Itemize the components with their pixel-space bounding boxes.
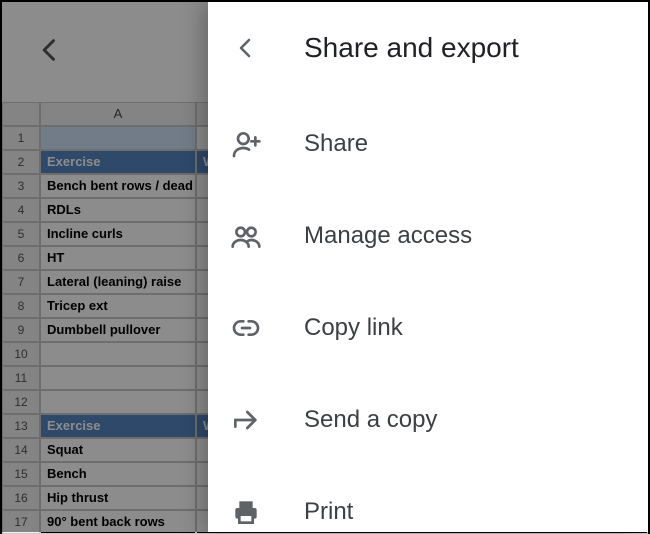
chevron-left-icon [234,36,258,60]
cell-a[interactable]: Bench [40,462,196,486]
panel-title: Share and export [304,32,519,64]
menu: Share Manage access Copy link Send a copy Pr… [208,98,648,534]
chevron-left-icon [36,36,64,64]
cell-a[interactable]: 90° bent back rows [40,510,196,534]
row-number[interactable]: 4 [2,198,40,222]
menu-item-print[interactable]: Print [208,466,648,534]
row-number[interactable]: 14 [2,438,40,462]
row-number[interactable]: 6 [2,246,40,270]
cell-a[interactable]: Lateral (leaning) raise [40,270,196,294]
person-add-icon [226,124,266,164]
row-number[interactable]: 13 [2,414,40,438]
cell-a[interactable]: Dumbbell pullover [40,318,196,342]
back-button[interactable] [36,36,76,76]
column-header-a[interactable]: A [40,102,196,126]
people-icon [226,216,266,256]
panel-header: Share and export [208,2,648,90]
row-number[interactable]: 2 [2,150,40,174]
cell-a[interactable] [40,126,196,150]
menu-item-label: Copy link [304,314,403,342]
menu-item-share[interactable]: Share [208,98,648,190]
row-number[interactable]: 8 [2,294,40,318]
menu-item-manage-access[interactable]: Manage access [208,190,648,282]
menu-item-copy-link[interactable]: Copy link [208,282,648,374]
cell-a[interactable]: HT [40,246,196,270]
cell-a[interactable]: Tricep ext [40,294,196,318]
cell-a[interactable]: RDLs [40,198,196,222]
cell-a[interactable] [40,366,196,390]
menu-item-label: Manage access [304,222,472,250]
row-number[interactable]: 16 [2,486,40,510]
row-number[interactable]: 10 [2,342,40,366]
link-icon [226,308,266,348]
cell-a[interactable]: Exercise [40,414,196,438]
row-number[interactable]: 5 [2,222,40,246]
cell-a[interactable]: Incline curls [40,222,196,246]
menu-item-label: Send a copy [304,406,437,434]
row-number[interactable]: 11 [2,366,40,390]
row-number[interactable]: 15 [2,462,40,486]
cell-a[interactable] [40,390,196,414]
row-number[interactable]: 9 [2,318,40,342]
row-number[interactable]: 17 [2,510,40,534]
send-icon [226,400,266,440]
row-number[interactable]: 7 [2,270,40,294]
cell-a[interactable] [40,342,196,366]
cell-a[interactable]: Exercise [40,150,196,174]
row-number[interactable]: 3 [2,174,40,198]
cell-a[interactable]: Squat [40,438,196,462]
row-number[interactable]: 12 [2,390,40,414]
cell-a[interactable]: Bench bent rows / dead [40,174,196,198]
row-number[interactable]: 1 [2,126,40,150]
panel-back-button[interactable] [226,28,266,68]
cell-a[interactable]: Hip thrust [40,486,196,510]
app-window: A 12ExerciseWeight3Bench bent rows / dea… [0,0,650,534]
menu-item-label: Print [304,498,353,526]
print-icon [226,492,266,532]
menu-item-send-a-copy[interactable]: Send a copy [208,374,648,466]
share-export-panel: Share and export Share Manage access Copy … [208,2,648,532]
corner-cell[interactable] [2,102,40,126]
menu-item-label: Share [304,130,368,158]
